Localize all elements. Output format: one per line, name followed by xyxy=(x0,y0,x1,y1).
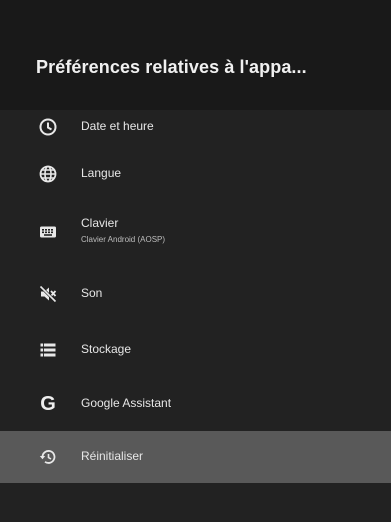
menu-item-label: Stockage xyxy=(81,341,132,356)
menu-item-label: Réinitialiser xyxy=(81,449,144,463)
restore-icon xyxy=(38,447,58,467)
google-g-icon: G xyxy=(40,393,56,415)
menu-item-reset[interactable]: Réinitialiser xyxy=(0,431,391,483)
globe-icon xyxy=(38,164,58,184)
menu-item-label: Date et heure xyxy=(81,119,154,133)
menu-item-label: Clavier xyxy=(81,216,119,230)
storage-list-icon xyxy=(38,340,58,360)
menu-item-sound[interactable]: Son xyxy=(0,266,391,322)
header: Préférences relatives à l'appa... xyxy=(0,0,391,110)
clock-icon xyxy=(38,117,58,137)
sound-off-icon xyxy=(38,284,58,304)
menu-item-label: Langue xyxy=(81,166,122,180)
menu-item-language[interactable]: Langue xyxy=(0,148,391,200)
menu-item-sublabel: Clavier Android (AOSP) xyxy=(81,235,166,244)
menu-item-google-assistant[interactable]: G Google Assistant xyxy=(0,377,391,431)
device-preferences-panel: Préférences relatives à l'appa... Date e… xyxy=(0,0,391,522)
menu-item-storage[interactable]: Stockage xyxy=(0,322,391,377)
keyboard-icon xyxy=(38,222,58,242)
menu-item-keyboard[interactable]: Clavier Clavier Android (AOSP) xyxy=(0,200,391,266)
menu-item-label: Google Assistant xyxy=(81,396,172,410)
menu-item-label: Son xyxy=(81,286,103,300)
page-title: Préférences relatives à l'appa... xyxy=(36,57,307,77)
menu-item-date-time[interactable]: Date et heure xyxy=(0,110,391,148)
preferences-list: Date et heure Langue Clavier Clavier And… xyxy=(0,110,391,483)
